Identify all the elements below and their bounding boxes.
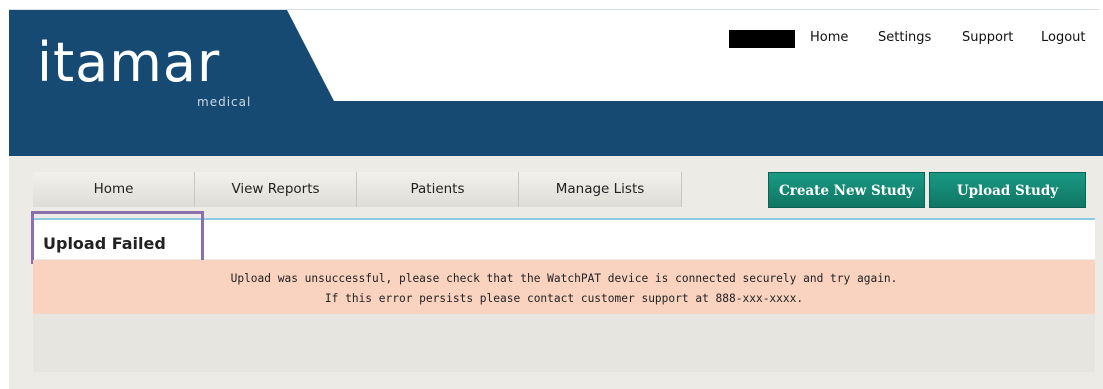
tab-patients[interactable]: Patients [357,172,519,207]
panel-header [33,220,1095,259]
error-message-line2: If this error persists please contact cu… [324,292,804,305]
top-link-logout[interactable]: Logout [1041,30,1086,45]
top-link-settings[interactable]: Settings [878,30,931,45]
error-message-line1: Upload was unsuccessful, please check th… [230,272,898,285]
tab-manage-lists[interactable]: Manage Lists [519,172,682,207]
itamar-logo: itamar [37,31,221,94]
error-message-box: Upload was unsuccessful, please check th… [33,260,1095,314]
app-header: itamar medical Home Settings Support Log… [9,10,1103,156]
tab-view-reports[interactable]: View Reports [195,172,357,207]
redacted-username [729,30,795,48]
main-content: Home View Reports Patients Manage Lists … [9,156,1103,389]
logo-subtitle: medical [197,95,252,109]
upload-study-button[interactable]: Upload Study [929,172,1086,208]
panel-body [33,314,1095,372]
page-title: Upload Failed [43,234,166,253]
tab-home[interactable]: Home [33,172,195,207]
create-new-study-button[interactable]: Create New Study [768,172,925,208]
top-link-support[interactable]: Support [962,30,1013,45]
top-link-home[interactable]: Home [810,30,848,45]
